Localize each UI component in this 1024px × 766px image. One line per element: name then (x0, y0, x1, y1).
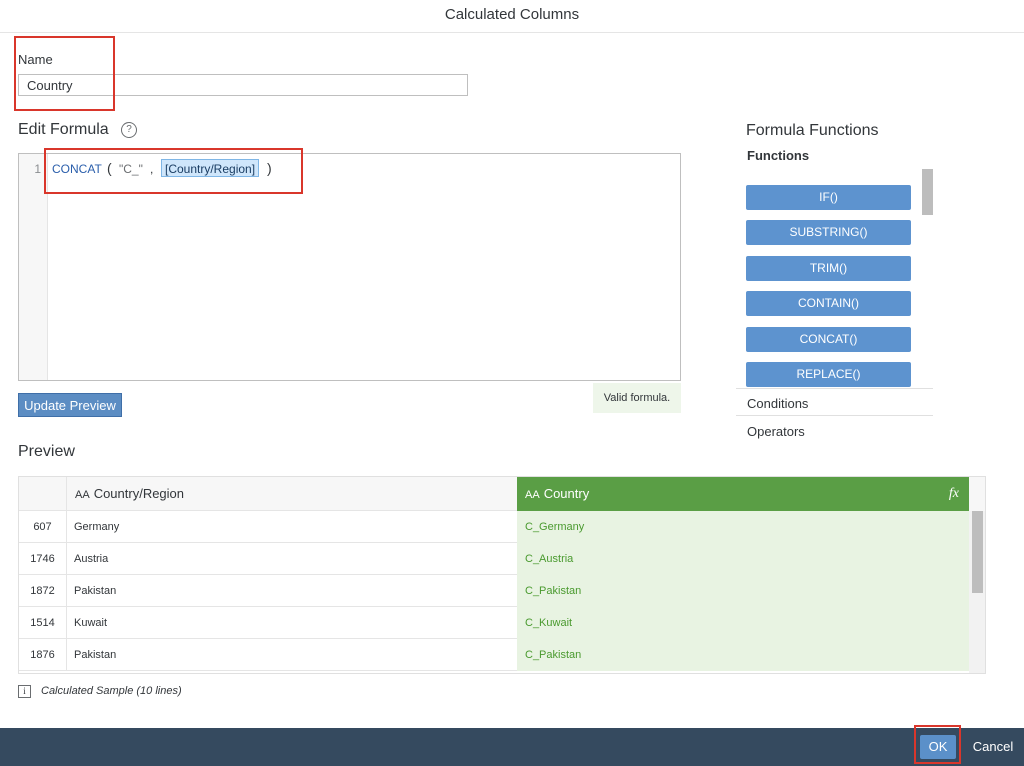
formula-functions-title: Formula Functions (746, 122, 879, 139)
dialog-title: Calculated Columns (0, 0, 1024, 33)
index-column-header (19, 477, 67, 511)
column-header-label: Country (543, 486, 590, 501)
country-cell: C_Austria (517, 543, 969, 575)
row-index: 607 (19, 511, 67, 543)
table-scrollbar-thumb[interactable] (972, 511, 983, 593)
country-cell: C_Germany (517, 511, 969, 543)
country-region-cell: Pakistan (74, 585, 117, 597)
edit-formula-title: Edit Formula (18, 121, 109, 138)
preview-title: Preview (18, 443, 75, 460)
table-row[interactable]: 1876 Pakistan C_Pakistan (19, 639, 969, 671)
function-contain-button[interactable]: CONTAIN() (746, 291, 911, 316)
dialog-footer (0, 728, 1024, 766)
country-region-cell: Pakistan (74, 649, 117, 661)
column-header-country-region[interactable]: AA Country/Region (67, 477, 517, 511)
sample-footnote: Calculated Sample (10 lines) (41, 685, 182, 697)
formula-highlight-box (44, 148, 303, 194)
function-trim-button[interactable]: TRIM() (746, 256, 911, 281)
function-substring-button[interactable]: SUBSTRING() (746, 220, 911, 245)
text-type-icon: AA (525, 489, 540, 501)
functions-divider (736, 388, 933, 389)
row-index: 1876 (19, 639, 67, 671)
table-row[interactable]: 1514 Kuwait C_Kuwait (19, 607, 969, 639)
line-number: 1 (34, 162, 41, 176)
cancel-button[interactable]: Cancel (966, 735, 1020, 759)
column-header-label: Country/Region (93, 486, 185, 501)
column-header-country[interactable]: AA Country fx (517, 477, 969, 511)
country-region-cell: Kuwait (74, 617, 108, 629)
validation-message: Valid formula. (593, 383, 681, 413)
row-index: 1872 (19, 575, 67, 607)
country-cell: C_Pakistan (517, 575, 969, 607)
country-cell: C_Kuwait (517, 607, 969, 639)
row-index: 1746 (19, 543, 67, 575)
fx-icon[interactable]: fx (949, 477, 959, 511)
conditions-divider (736, 415, 933, 416)
text-type-icon: AA (75, 489, 90, 501)
ok-highlight-box (914, 725, 961, 764)
functions-scrollbar[interactable] (922, 169, 933, 215)
header-spacer (969, 477, 985, 511)
update-preview-button[interactable]: Update Preview (18, 393, 122, 417)
table-row[interactable]: 607 Germany C_Germany (19, 511, 969, 543)
country-region-cell: Germany (74, 521, 120, 533)
country-cell: C_Pakistan (517, 639, 969, 671)
table-row[interactable]: 1872 Pakistan C_Pakistan (19, 575, 969, 607)
help-icon[interactable]: ? (121, 122, 137, 138)
conditions-section[interactable]: Conditions (747, 396, 808, 411)
function-concat-button[interactable]: CONCAT() (746, 327, 911, 352)
info-icon: i (18, 685, 31, 698)
function-replace-button[interactable]: REPLACE() (746, 362, 911, 387)
functions-header[interactable]: Functions (747, 148, 809, 163)
function-if-button[interactable]: IF() (746, 185, 911, 210)
table-row[interactable]: 1746 Austria C_Austria (19, 543, 969, 575)
preview-table: AA Country/Region AA Country fx 607 German… (18, 476, 986, 674)
row-index: 1514 (19, 607, 67, 639)
country-region-cell: Austria (74, 553, 109, 565)
name-highlight-box (14, 36, 115, 111)
operators-section[interactable]: Operators (747, 424, 805, 439)
